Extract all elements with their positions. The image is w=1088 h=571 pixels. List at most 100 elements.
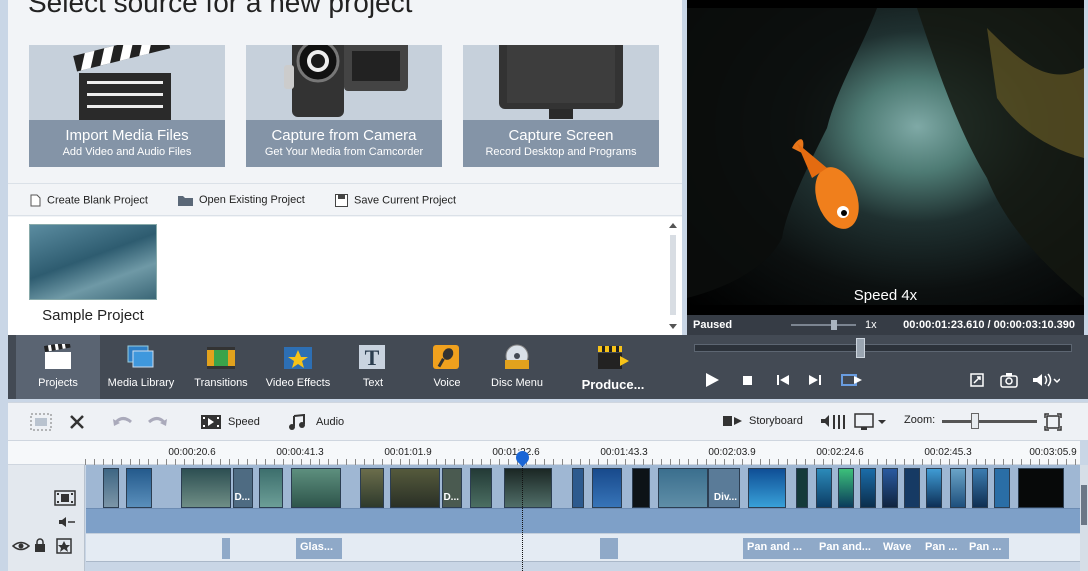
produce-clapper-icon bbox=[598, 346, 629, 369]
project-name[interactable]: Sample Project bbox=[29, 307, 157, 324]
ruler-tick-label: 00:01:43.3 bbox=[600, 447, 648, 458]
zoom-knob[interactable] bbox=[971, 413, 979, 429]
effect-clip[interactable]: Pan ... bbox=[965, 538, 1009, 559]
effect-clip[interactable]: Pan and... bbox=[815, 538, 879, 559]
display-settings-icon[interactable] bbox=[854, 412, 888, 432]
video-clip[interactable] bbox=[103, 468, 119, 508]
video-clip[interactable] bbox=[632, 468, 650, 508]
mute-audio-icon[interactable] bbox=[58, 515, 76, 529]
music-note-icon bbox=[289, 413, 305, 430]
video-clip[interactable] bbox=[291, 468, 341, 508]
video-clip[interactable] bbox=[504, 468, 552, 508]
ribbon-disc-menu[interactable]: Disc Menu bbox=[484, 335, 550, 399]
import-media-card[interactable]: Import Media Files Add Video and Audio F… bbox=[29, 45, 225, 167]
video-preview[interactable]: Speed 4x bbox=[687, 0, 1084, 315]
video-clip[interactable] bbox=[360, 468, 384, 508]
audio-track[interactable] bbox=[86, 508, 1080, 533]
video-clip[interactable] bbox=[572, 468, 584, 508]
video-clip[interactable] bbox=[592, 468, 622, 508]
audio-mixer-icon[interactable] bbox=[820, 412, 846, 432]
text-track[interactable] bbox=[86, 561, 1080, 571]
next-frame-icon[interactable] bbox=[808, 371, 822, 389]
scroll-down-icon[interactable] bbox=[668, 323, 678, 331]
source-panel: Select source for a new project Import M… bbox=[8, 0, 682, 335]
video-clip[interactable] bbox=[882, 468, 898, 508]
delete-icon[interactable] bbox=[68, 413, 86, 431]
video-clip[interactable] bbox=[796, 468, 808, 508]
project-thumbnail[interactable] bbox=[29, 224, 157, 300]
preview-frame: Speed 4x bbox=[687, 8, 1084, 305]
video-clip[interactable] bbox=[838, 468, 854, 508]
video-clip[interactable] bbox=[1018, 468, 1064, 508]
effect-clip[interactable] bbox=[600, 538, 618, 559]
ribbon-produce[interactable]: Produce... bbox=[574, 335, 652, 399]
volume-icon[interactable] bbox=[1032, 371, 1060, 389]
save-current-project-link[interactable]: Save Current Project bbox=[335, 194, 456, 207]
clapperboard-icon bbox=[73, 45, 171, 121]
effect-clip[interactable]: Pan ... bbox=[921, 538, 965, 559]
seek-bar[interactable] bbox=[694, 344, 1072, 352]
lock-icon[interactable] bbox=[34, 538, 46, 552]
stop-icon[interactable] bbox=[742, 371, 754, 389]
storyboard-button[interactable]: Storyboard bbox=[722, 414, 803, 428]
audio-button[interactable]: Audio bbox=[288, 413, 344, 430]
video-clip[interactable] bbox=[926, 468, 942, 508]
speed-button[interactable]: Speed bbox=[200, 414, 260, 430]
video-clip[interactable] bbox=[748, 468, 786, 508]
timeline-toolbar: Speed Audio Storyboard Zoom: bbox=[8, 402, 1088, 440]
video-clip[interactable] bbox=[972, 468, 988, 508]
effect-clip[interactable]: Wave bbox=[879, 538, 921, 559]
video-clip[interactable] bbox=[950, 468, 966, 508]
previous-frame-icon[interactable] bbox=[776, 371, 790, 389]
video-clip[interactable] bbox=[259, 468, 283, 508]
ribbon-voice[interactable]: Voice bbox=[410, 335, 484, 399]
playback-speed-slider[interactable] bbox=[791, 324, 856, 326]
video-clip[interactable] bbox=[390, 468, 440, 508]
video-clip[interactable] bbox=[470, 468, 492, 508]
trim-icon[interactable] bbox=[30, 412, 52, 432]
snapshot-icon[interactable] bbox=[1000, 371, 1018, 389]
zoom-slider[interactable] bbox=[942, 420, 1037, 423]
project-list-scrollbar[interactable] bbox=[668, 221, 678, 331]
video-clip[interactable] bbox=[904, 468, 920, 508]
scroll-up-icon[interactable] bbox=[668, 221, 678, 229]
ribbon-transitions[interactable]: Transitions bbox=[182, 335, 260, 399]
visibility-eye-icon[interactable] bbox=[12, 540, 30, 552]
video-clip[interactable] bbox=[181, 468, 231, 508]
film-stack-icon bbox=[127, 345, 154, 368]
play-icon[interactable] bbox=[704, 371, 720, 389]
effect-clip[interactable]: Pan and ... bbox=[743, 538, 815, 559]
fullscreen-icon[interactable] bbox=[969, 371, 985, 389]
fit-to-window-icon[interactable] bbox=[1044, 413, 1062, 431]
effect-clip[interactable]: Glas... bbox=[296, 538, 342, 559]
undo-icon[interactable] bbox=[112, 413, 134, 431]
video-clip[interactable] bbox=[126, 468, 152, 508]
effect-clip[interactable] bbox=[222, 538, 230, 559]
ribbon-video-effects[interactable]: Video Effects bbox=[260, 335, 336, 399]
video-clip[interactable] bbox=[860, 468, 876, 508]
video-clip[interactable] bbox=[994, 468, 1010, 508]
timeline-ruler[interactable]: 00:00:20.6 00:00:41.3 00:01:01.9 00:01:2… bbox=[8, 440, 1080, 465]
open-existing-project-link[interactable]: Open Existing Project bbox=[178, 194, 305, 207]
ribbon-media-library[interactable]: Media Library bbox=[100, 335, 182, 399]
video-track-icon[interactable] bbox=[54, 489, 76, 507]
video-clip[interactable] bbox=[658, 468, 708, 508]
capture-camera-card[interactable]: Capture from Camera Get Your Media from … bbox=[246, 45, 442, 167]
timeline-vertical-scrollbar[interactable] bbox=[1080, 465, 1088, 571]
video-clip-transition[interactable]: D... bbox=[442, 468, 462, 508]
playback-speed-knob[interactable] bbox=[831, 320, 837, 330]
video-clip-transition[interactable]: Div... bbox=[708, 468, 740, 508]
video-clip[interactable] bbox=[816, 468, 832, 508]
capture-screen-card[interactable]: Capture Screen Record Desktop and Progra… bbox=[463, 45, 659, 167]
effects-track-icon[interactable] bbox=[56, 538, 72, 554]
create-blank-project-link[interactable]: Create Blank Project bbox=[30, 194, 148, 207]
playhead-line[interactable] bbox=[522, 452, 523, 571]
redo-icon[interactable] bbox=[146, 413, 168, 431]
seek-knob[interactable] bbox=[856, 338, 866, 358]
ribbon-projects[interactable]: Projects bbox=[16, 335, 100, 399]
card-subtitle: Add Video and Audio Files bbox=[62, 146, 192, 158]
ruler-tick-label: 00:03:05.9 bbox=[1029, 447, 1077, 458]
ribbon-text[interactable]: T Text bbox=[336, 335, 410, 399]
video-clip-transition[interactable]: D... bbox=[233, 468, 253, 508]
loop-icon[interactable] bbox=[840, 371, 864, 389]
